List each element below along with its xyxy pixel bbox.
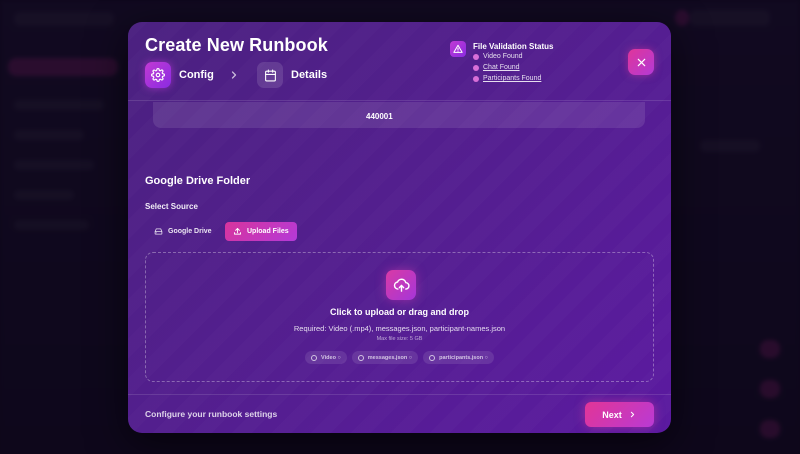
validation-item-label: Video Found — [483, 53, 523, 60]
file-chip-messages: messages.json ○ — [351, 351, 419, 364]
dropzone-title: Click to upload or drag and drop — [329, 307, 469, 317]
source-google-drive-label: Google Drive — [168, 228, 212, 235]
calendar-icon — [257, 62, 283, 88]
validation-item-video: Video Found — [473, 53, 523, 60]
file-chip-video: Video ○ — [305, 351, 347, 364]
file-chip-label: Video ○ — [321, 354, 341, 361]
close-button[interactable] — [628, 49, 654, 75]
file-chip-label: participants.json ○ — [439, 354, 488, 361]
status-dot — [473, 53, 479, 60]
previous-field-panel: 440001 — [153, 102, 645, 128]
modal-footer: Configure your runbook settings Next — [128, 394, 671, 433]
source-upload-files-button[interactable]: Upload Files — [225, 222, 297, 241]
file-chip-label: messages.json ○ — [367, 354, 413, 361]
create-runbook-modal: Create New Runbook Config Details File V… — [128, 22, 671, 433]
gear-icon — [145, 62, 171, 88]
clock-icon — [311, 354, 318, 361]
clock-icon — [357, 354, 364, 361]
footer-text: Configure your runbook settings — [145, 409, 278, 419]
next-button-label: Next — [602, 409, 622, 420]
validation-title: File Validation Status — [473, 42, 554, 51]
cloud-upload-icon — [386, 270, 416, 300]
dropzone-max-size: Max file size: 5 GB — [376, 336, 423, 342]
validation-item-label[interactable]: Chat Found — [483, 64, 520, 71]
step-details[interactable]: Details — [257, 62, 327, 88]
required-files-chips: Video ○ messages.json ○ participants.jso… — [146, 351, 653, 364]
step-config-label: Config — [179, 69, 214, 81]
validation-item-participants[interactable]: Participants Found — [473, 75, 541, 82]
step-config[interactable]: Config — [145, 62, 214, 88]
warning-icon — [450, 41, 466, 57]
close-icon — [637, 58, 645, 66]
drive-icon — [154, 228, 163, 235]
step-details-label: Details — [291, 69, 328, 81]
file-dropzone[interactable]: Click to upload or drag and drop Require… — [145, 252, 654, 382]
validation-item-label[interactable]: Participants Found — [483, 75, 541, 82]
validation-item-chat[interactable]: Chat Found — [473, 64, 520, 71]
select-source-label: Select Source — [145, 202, 198, 211]
source-upload-files-label: Upload Files — [247, 228, 289, 235]
previous-field-value: 440001 — [366, 112, 393, 121]
file-chip-participants: participants.json ○ — [423, 351, 494, 364]
status-dot — [473, 75, 479, 82]
dropzone-requirements: Required: Video (.mp4), messages.json, p… — [293, 324, 506, 333]
chevron-right-icon — [231, 71, 237, 79]
modal-content[interactable]: 440001 Google Drive Folder Select Source… — [128, 102, 671, 394]
modal-title: Create New Runbook — [145, 35, 328, 55]
modal-header: Create New Runbook Config Details File V… — [128, 22, 671, 101]
clock-icon — [429, 354, 436, 361]
chevron-right-icon — [630, 411, 634, 418]
upload-icon — [234, 228, 241, 235]
source-google-drive-button[interactable]: Google Drive — [146, 222, 220, 241]
status-dot — [473, 64, 479, 71]
section-title: Google Drive Folder — [145, 175, 251, 187]
next-button[interactable]: Next — [585, 402, 654, 427]
